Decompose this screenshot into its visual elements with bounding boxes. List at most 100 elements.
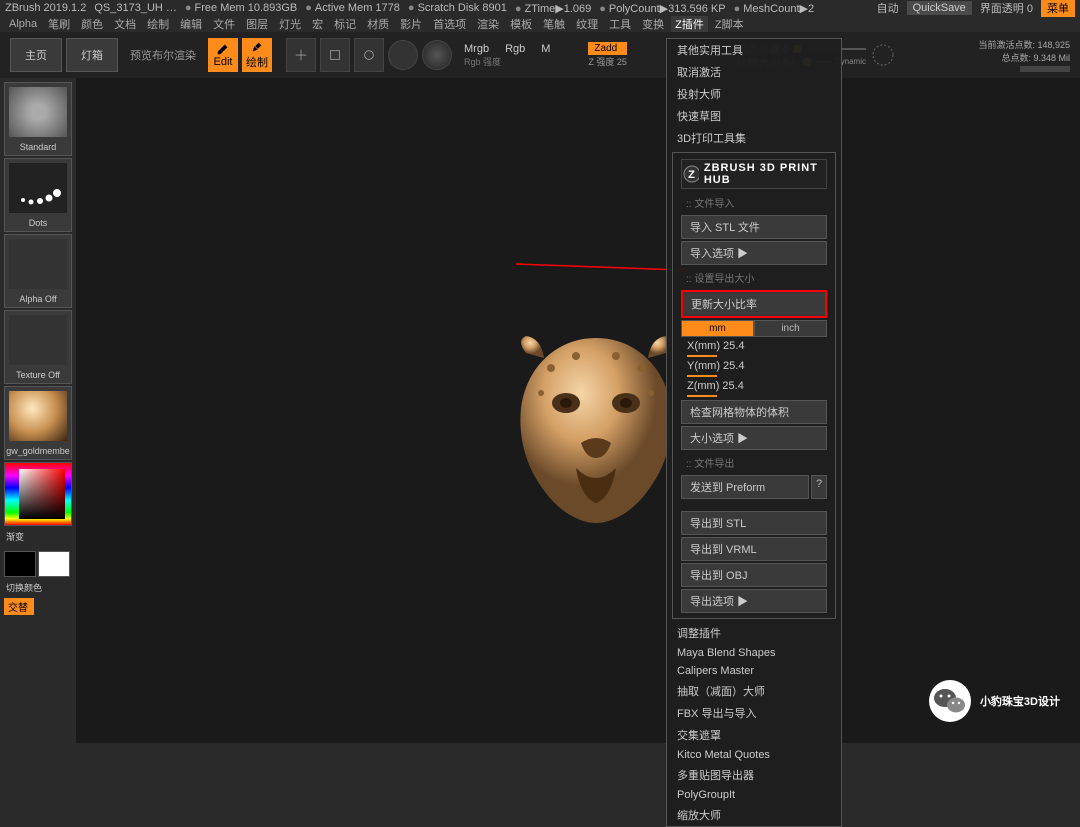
units-toggle[interactable]: mm inch — [681, 320, 827, 337]
dd-scalemaster[interactable]: 缩放大师 — [667, 804, 841, 826]
scratch: Scratch Disk 8901 — [408, 2, 507, 14]
menu-stroke[interactable]: 笔触 — [539, 16, 569, 32]
doc-name: QS_3173_UH … — [94, 2, 177, 14]
alpha-thumb[interactable]: Alpha Off — [4, 234, 72, 308]
export-stl-button[interactable]: 导出到 STL — [681, 511, 827, 535]
export-vrml-button[interactable]: 导出到 VRML — [681, 537, 827, 561]
scale-button[interactable] — [320, 38, 350, 72]
dd-calipers[interactable]: Calipers Master — [667, 662, 841, 680]
dd-projection[interactable]: 投射大师 — [667, 83, 841, 105]
brush-thumb[interactable]: Standard — [4, 82, 72, 156]
move-button[interactable] — [286, 38, 316, 72]
wechat-icon — [928, 679, 972, 723]
activemem: Active Mem 1778 — [305, 2, 400, 14]
export-options-button[interactable]: 导出选项 ▶ — [681, 589, 827, 613]
dd-deactivate[interactable]: 取消激活 — [667, 61, 841, 83]
menu-stencil[interactable]: 模板 — [506, 16, 536, 32]
m-label[interactable]: M — [541, 43, 550, 55]
mrgb-label[interactable]: Mrgb — [464, 43, 489, 55]
unit-mm[interactable]: mm — [681, 320, 754, 337]
menu-marker[interactable]: 标记 — [330, 16, 360, 32]
dim-x[interactable]: X(mm) 25.4 — [681, 339, 827, 353]
dd-polygroupit[interactable]: PolyGroupIt — [667, 786, 841, 804]
menu-movie[interactable]: 影片 — [396, 16, 426, 32]
menu-edit[interactable]: 编辑 — [176, 16, 206, 32]
dim-z[interactable]: Z(mm) 25.4 — [681, 379, 827, 393]
lightbox-button[interactable]: 灯箱 — [66, 38, 118, 72]
size-dial-icon[interactable] — [870, 42, 896, 68]
menu-tool[interactable]: 工具 — [605, 16, 635, 32]
zadd-button[interactable]: Zadd — [588, 42, 627, 55]
menu-zscript[interactable]: Z脚本 — [711, 16, 748, 32]
menu-light[interactable]: 灯光 — [275, 16, 305, 32]
dd-maya[interactable]: Maya Blend Shapes — [667, 644, 841, 662]
menu-bar: Alpha 笔刷 颜色 文档 绘制 编辑 文件 图层 灯光 宏 标记 材质 影片… — [0, 16, 1080, 32]
rgb-intensity[interactable]: Rgb 强度 — [464, 55, 550, 68]
gradient-label[interactable]: 渐变 — [4, 528, 72, 545]
section-export: :: 文件导出 — [676, 452, 832, 473]
menu-brush[interactable]: 笔刷 — [44, 16, 74, 32]
menu-file[interactable]: 文件 — [209, 16, 239, 32]
swatch-secondary[interactable] — [38, 551, 70, 577]
dd-3dprint[interactable]: 3D打印工具集 — [667, 127, 841, 149]
active-points: 当前激活点数: 148,925 — [900, 38, 1070, 51]
menu-button[interactable]: 菜单 — [1041, 0, 1075, 17]
menu-zplugin[interactable]: Z插件 — [671, 16, 708, 32]
help-button[interactable]: ? — [811, 475, 827, 499]
menu-color[interactable]: 颜色 — [77, 16, 107, 32]
svg-text:Z: Z — [688, 169, 696, 181]
menu-render[interactable]: 渲染 — [473, 16, 503, 32]
menu-draw[interactable]: 绘制 — [143, 16, 173, 32]
dim-y[interactable]: Y(mm) 25.4 — [681, 359, 827, 373]
dd-kitco[interactable]: Kitco Metal Quotes — [667, 746, 841, 764]
main-area: Standard Dots Alpha Off Texture Off gw_g… — [0, 78, 1080, 743]
transparent-label: 界面透明 0 — [980, 0, 1033, 16]
menu-transform[interactable]: 变换 — [638, 16, 668, 32]
quicksave-button[interactable]: QuickSave — [907, 1, 972, 15]
check-volume-button[interactable]: 检查网格物体的体积 — [681, 400, 827, 424]
dd-other-tools[interactable]: 其他实用工具 — [667, 39, 841, 61]
material-thumb[interactable]: gw_goldmembe — [4, 386, 72, 460]
menu-macro[interactable]: 宏 — [308, 16, 327, 32]
home-button[interactable]: 主页 — [10, 38, 62, 72]
canvas[interactable]: 其他实用工具 取消激活 投射大师 快速草图 3D打印工具集 Z ZBRUSH 3… — [76, 78, 1080, 743]
rgb-label[interactable]: Rgb — [505, 43, 525, 55]
dd-quicksketch[interactable]: 快速草图 — [667, 105, 841, 127]
texture-thumb[interactable]: Texture Off — [4, 310, 72, 384]
swap-button[interactable]: 交替 — [4, 598, 34, 615]
menu-texture[interactable]: 纹理 — [572, 16, 602, 32]
menu-alpha[interactable]: Alpha — [5, 18, 41, 30]
swatch-main[interactable] — [4, 551, 36, 577]
menu-preferences[interactable]: 首选项 — [429, 16, 470, 32]
send-preform-button[interactable]: 发送到 Preform — [681, 475, 809, 499]
export-obj-button[interactable]: 导出到 OBJ — [681, 563, 827, 587]
unit-inch[interactable]: inch — [754, 320, 827, 337]
zplugin-dropdown: 其他实用工具 取消激活 投射大师 快速草图 3D打印工具集 Z ZBRUSH 3… — [666, 38, 842, 827]
menu-layer[interactable]: 图层 — [242, 16, 272, 32]
import-stl-button[interactable]: 导入 STL 文件 — [681, 215, 827, 239]
left-panel: Standard Dots Alpha Off Texture Off gw_g… — [0, 78, 76, 743]
draw-button[interactable]: 绘制 — [242, 38, 272, 72]
dd-fbx[interactable]: FBX 导出与导入 — [667, 702, 841, 724]
polycount: PolyCount▶313.596 KP — [599, 2, 725, 15]
dd-multimap[interactable]: 多重贴图导出器 — [667, 764, 841, 786]
update-size-button[interactable]: 更新大小比率 — [681, 290, 827, 318]
dd-decimation[interactable]: 抽取（减面）大师 — [667, 680, 841, 702]
rotate-button[interactable] — [354, 38, 384, 72]
switchcolor-label[interactable]: 切换颜色 — [4, 579, 72, 596]
stroke-thumb[interactable]: Dots — [4, 158, 72, 232]
edit-button[interactable]: Edit — [208, 38, 238, 72]
menu-document[interactable]: 文档 — [110, 16, 140, 32]
dd-adjust[interactable]: 调整插件 — [667, 622, 841, 644]
menu-material[interactable]: 材质 — [363, 16, 393, 32]
import-options-button[interactable]: 导入选项 ▶ — [681, 241, 827, 265]
auto-label[interactable]: 自动 — [877, 0, 899, 16]
preview-label[interactable]: 预览布尔渲染 — [122, 43, 204, 67]
ztime: ZTime▶1.069 — [515, 2, 591, 15]
gyro-icon[interactable] — [388, 40, 418, 70]
z-intensity[interactable]: Z 强度 25 — [588, 55, 627, 68]
gyro2-icon[interactable] — [422, 40, 452, 70]
model-preview — [506, 328, 686, 528]
color-picker[interactable] — [4, 462, 72, 526]
size-options-button[interactable]: 大小选项 ▶ — [681, 426, 827, 450]
